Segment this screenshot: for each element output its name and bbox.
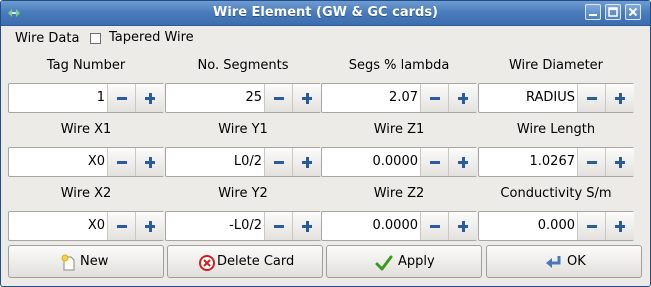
wire-z1-decrement-button[interactable] (420, 148, 449, 176)
conductivity-decrement-button[interactable] (577, 212, 606, 240)
apply-button[interactable]: Apply (326, 245, 482, 278)
conductivity-value[interactable]: 0.000 (481, 212, 575, 240)
wire-length-value[interactable]: 1.0267 (481, 148, 576, 176)
window-title: Wire Element (GW & GC cards) (212, 5, 438, 20)
wire-x1-spinbox[interactable]: X0 (8, 147, 164, 177)
ok-button-label: OK (567, 254, 586, 269)
tag-number-label: Tag Number (46, 58, 126, 73)
wire-x2-increment-button[interactable] (135, 212, 164, 240)
wire-y1-spinbox[interactable]: L0/2 (165, 147, 321, 177)
segs-lambda-increment-button[interactable] (448, 84, 477, 112)
conductivity-increment-button[interactable] (605, 212, 634, 240)
wire-length-label: Wire Length (516, 122, 596, 137)
tag-number-decrement-button[interactable] (107, 84, 136, 112)
wire-diameter-decrement-button[interactable] (577, 84, 606, 112)
wire-y1-decrement-button[interactable] (264, 148, 293, 176)
new-button[interactable]: New (8, 245, 164, 278)
maximize-icon (608, 7, 618, 17)
wire-y2-label: Wire Y2 (218, 186, 268, 201)
wire-z1-increment-button[interactable] (448, 148, 477, 176)
segs-lambda-spinbox[interactable]: 2.07 (321, 83, 477, 113)
wire-y1-label: Wire Y1 (218, 122, 268, 137)
segs-lambda-value[interactable]: 2.07 (324, 84, 418, 112)
wire-data-label: Wire Data (15, 31, 80, 46)
tapered-wire-label[interactable]: Tapered Wire (109, 30, 194, 45)
wire-z1-spinbox[interactable]: 0.0000 (321, 147, 477, 177)
tapered-wire-checkbox[interactable] (90, 33, 101, 44)
wire-z2-value[interactable]: 0.0000 (324, 212, 419, 240)
delete-card-button-label: Delete Card (217, 254, 295, 269)
wire-x1-increment-button[interactable] (135, 148, 164, 176)
conductivity-label: Conductivity S/m (500, 186, 612, 201)
enter-arrow-icon (546, 256, 561, 268)
wire-x2-spinbox[interactable]: X0 (8, 211, 164, 241)
wire-y2-increment-button[interactable] (292, 212, 321, 240)
minimize-button[interactable] (585, 4, 601, 20)
tag-number-increment-button[interactable] (135, 84, 164, 112)
segments-value[interactable]: 25 (168, 84, 262, 112)
wire-z2-decrement-button[interactable] (420, 212, 449, 240)
segs-lambda-decrement-button[interactable] (420, 84, 449, 112)
wire-length-spinbox[interactable]: 1.0267 (478, 147, 634, 177)
close-icon (628, 7, 638, 17)
wire-length-increment-button[interactable] (605, 148, 634, 176)
wire-y1-value[interactable]: L0/2 (168, 148, 262, 176)
wire-y2-decrement-button[interactable] (264, 212, 293, 240)
wire-x2-value[interactable]: X0 (11, 212, 105, 240)
wire-z2-label: Wire Z2 (373, 186, 425, 201)
close-button[interactable] (625, 4, 641, 20)
wire-x1-label: Wire X1 (60, 122, 112, 137)
wire-diameter-value[interactable]: RADIUS (481, 84, 575, 112)
delete-icon (199, 255, 215, 271)
conductivity-spinbox[interactable]: 0.000 (478, 211, 634, 241)
segs-lambda-label: Segs % lambda (348, 58, 450, 73)
ok-button[interactable]: OK (486, 245, 642, 278)
segments-spinbox[interactable]: 25 (165, 83, 321, 113)
wire-z2-spinbox[interactable]: 0.0000 (321, 211, 477, 241)
wire-y2-spinbox[interactable]: -L0/2 (165, 211, 321, 241)
title-bar[interactable]: Wire Element (GW & GC cards) (1, 1, 650, 26)
wire-y2-value[interactable]: -L0/2 (168, 212, 262, 240)
segments-label: No. Segments (197, 58, 289, 73)
wire-x2-decrement-button[interactable] (107, 212, 136, 240)
wire-z2-increment-button[interactable] (448, 212, 477, 240)
wire-diameter-increment-button[interactable] (605, 84, 634, 112)
new-card-icon (61, 254, 75, 271)
wire-x1-decrement-button[interactable] (107, 148, 136, 176)
wire-x2-label: Wire X2 (60, 186, 112, 201)
wire-z1-value[interactable]: 0.0000 (324, 148, 419, 176)
wire-diameter-label: Wire Diameter (508, 58, 604, 73)
segments-increment-button[interactable] (292, 84, 321, 112)
new-button-label: New (80, 254, 109, 269)
wire-diameter-spinbox[interactable]: RADIUS (478, 83, 634, 113)
maximize-button[interactable] (605, 4, 621, 20)
apply-button-label: Apply (398, 254, 435, 269)
wire-length-decrement-button[interactable] (577, 148, 606, 176)
tag-number-spinbox[interactable]: 1 (8, 83, 164, 113)
checkmark-icon (375, 255, 393, 271)
delete-card-button[interactable]: Delete Card (167, 245, 323, 278)
dialog-window: Wire Element (GW & GC cards) Wire Data T… (0, 0, 651, 287)
wire-z1-label: Wire Z1 (373, 122, 425, 137)
wire-y1-increment-button[interactable] (292, 148, 321, 176)
wire-x1-value[interactable]: X0 (11, 148, 105, 176)
minimize-icon (589, 14, 597, 16)
tag-number-value[interactable]: 1 (11, 84, 105, 112)
segments-decrement-button[interactable] (264, 84, 293, 112)
dialog-content: Wire Data Tapered Wire Tag Number No. Se… (1, 26, 650, 286)
